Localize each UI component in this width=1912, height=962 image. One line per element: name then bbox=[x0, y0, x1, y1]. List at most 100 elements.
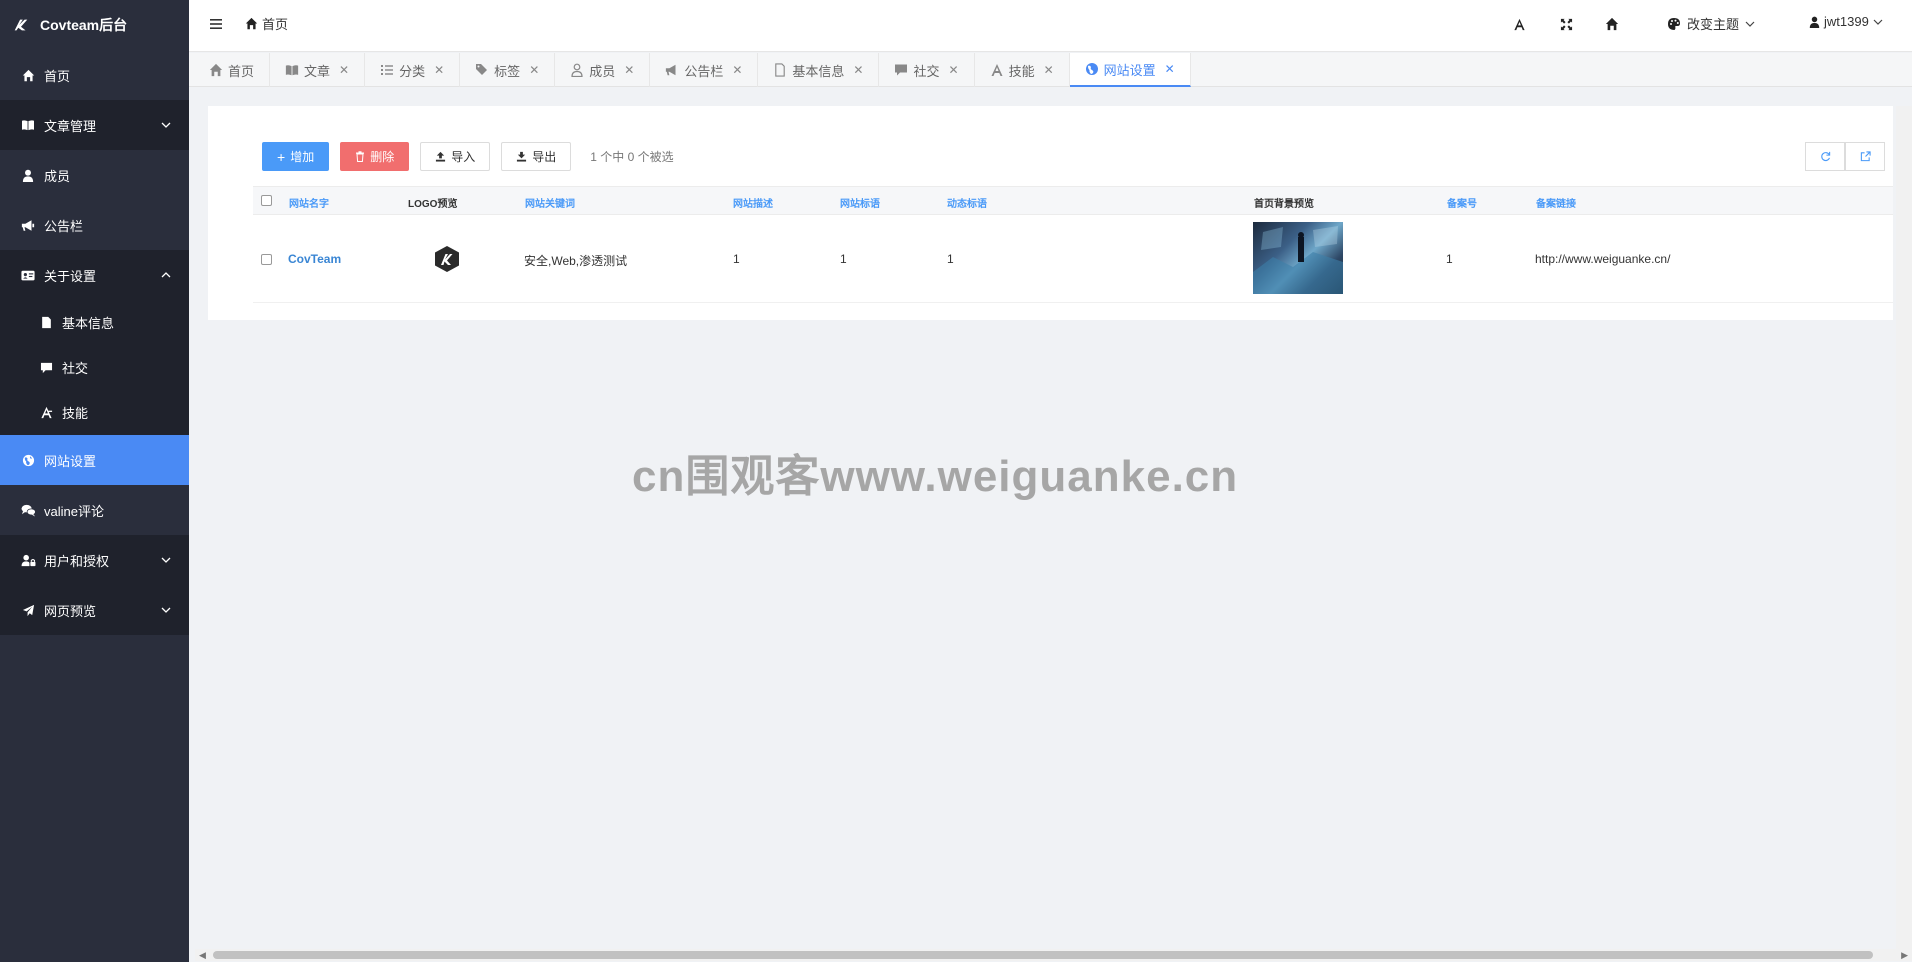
horizontal-scrollbar[interactable]: ◀ ▶ bbox=[195, 949, 1912, 961]
chevron-up-icon bbox=[161, 272, 171, 278]
close-icon[interactable]: ✕ bbox=[732, 63, 742, 77]
external-link-icon bbox=[1860, 151, 1871, 162]
close-icon[interactable]: ✕ bbox=[624, 63, 634, 77]
close-icon[interactable]: ✕ bbox=[1165, 62, 1175, 76]
file-icon bbox=[775, 63, 786, 77]
column-header[interactable]: 网站标语 bbox=[840, 195, 880, 210]
logo-preview bbox=[435, 246, 459, 272]
user-menu[interactable]: jwt1399 bbox=[1809, 14, 1883, 29]
close-icon[interactable]: ✕ bbox=[853, 63, 863, 77]
trash-icon bbox=[356, 151, 365, 162]
tab-bar: 首页 文章 ✕ 分类 ✕ 标签 ✕ 成员 ✕ 公告栏 ✕ 基本信息 ✕ 社交 ✕… bbox=[189, 53, 1912, 87]
icp-link[interactable]: http://www.weiguanke.cn/ bbox=[1535, 252, 1670, 266]
palette-icon bbox=[1668, 17, 1680, 30]
column-header: LOGO预览 bbox=[408, 199, 458, 210]
book-icon bbox=[285, 65, 299, 76]
column-header[interactable]: 备案链接 bbox=[1536, 195, 1576, 210]
tab-home[interactable]: 首页 bbox=[194, 53, 271, 87]
tab-label: 公告栏 bbox=[684, 63, 724, 79]
column-header[interactable]: 网站名字 bbox=[289, 195, 329, 210]
tab-site-settings[interactable]: 网站设置 ✕ bbox=[1069, 53, 1191, 87]
sidebar-item-home[interactable]: 首页 bbox=[0, 50, 189, 100]
sidebar-subitem-basic-info[interactable]: 基本信息 bbox=[0, 300, 189, 345]
site-name-link[interactable]: CovTeam bbox=[288, 252, 341, 266]
vertical-scrollbar[interactable] bbox=[1896, 106, 1912, 949]
file-icon bbox=[38, 315, 54, 331]
column-header[interactable]: 动态标语 bbox=[947, 195, 987, 210]
sidebar-item-about-settings[interactable]: 关于设置 bbox=[0, 250, 189, 300]
import-label: 导入 bbox=[451, 150, 476, 164]
chevron-down-icon bbox=[1873, 19, 1883, 25]
top-header: 首页 改变主题 jwt1399 bbox=[189, 0, 1912, 52]
sidebar-item-label: 用户和授权 bbox=[44, 553, 110, 569]
tab-social[interactable]: 社交 ✕ bbox=[879, 53, 975, 87]
refresh-icon bbox=[1820, 151, 1830, 162]
import-button[interactable]: 导入 bbox=[420, 142, 491, 171]
column-header[interactable]: 网站描述 bbox=[733, 195, 773, 210]
export-button[interactable]: 导出 bbox=[501, 142, 572, 171]
refresh-button[interactable] bbox=[1805, 142, 1845, 171]
tab-articles[interactable]: 文章 ✕ bbox=[270, 53, 366, 87]
export-label: 导出 bbox=[532, 150, 557, 164]
sidebar-item-members[interactable]: 成员 bbox=[0, 150, 189, 200]
fullscreen-icon[interactable] bbox=[1558, 16, 1574, 32]
watermark-text: cn围观客www.weiguanke.cn bbox=[632, 452, 1239, 501]
site-slogan: 1 bbox=[840, 252, 847, 266]
tab-categories[interactable]: 分类 ✕ bbox=[365, 53, 461, 87]
font-size-icon[interactable] bbox=[1511, 16, 1527, 32]
select-all-checkbox[interactable] bbox=[261, 195, 272, 206]
tab-label: 基本信息 bbox=[792, 63, 845, 79]
tab-label: 文章 bbox=[304, 63, 331, 79]
tab-label: 标签 bbox=[494, 63, 521, 79]
home-icon bbox=[20, 67, 36, 83]
close-icon[interactable]: ✕ bbox=[529, 63, 539, 77]
column-header[interactable]: 网站关键词 bbox=[525, 195, 575, 210]
tab-basic-info[interactable]: 基本信息 ✕ bbox=[758, 53, 880, 87]
menu-toggle-icon[interactable] bbox=[209, 17, 223, 31]
column-header[interactable]: 备案号 bbox=[1447, 195, 1477, 210]
comment-icon bbox=[38, 360, 54, 376]
sidebar-item-label: 网页预览 bbox=[44, 603, 97, 619]
breadcrumb[interactable]: 首页 bbox=[245, 14, 288, 33]
tab-skills[interactable]: 技能 ✕ bbox=[975, 53, 1070, 87]
sidebar-item-notice[interactable]: 公告栏 bbox=[0, 200, 189, 250]
brand[interactable]: Covteam后台 bbox=[0, 0, 189, 50]
row-checkbox[interactable] bbox=[261, 254, 272, 265]
close-icon[interactable]: ✕ bbox=[434, 63, 444, 77]
close-icon[interactable]: ✕ bbox=[1044, 63, 1054, 77]
sidebar-item-label: 技能 bbox=[62, 406, 89, 421]
sidebar-item-label: 基本信息 bbox=[62, 316, 115, 331]
close-icon[interactable]: ✕ bbox=[949, 63, 959, 77]
chevron-down-icon bbox=[1745, 21, 1755, 27]
close-icon[interactable]: ✕ bbox=[339, 63, 349, 77]
sidebar-item-label: 成员 bbox=[44, 168, 71, 184]
sidebar-item-site-settings[interactable]: 网站设置 bbox=[0, 435, 189, 485]
tab-label: 首页 bbox=[228, 63, 255, 79]
sidebar-item-label: valine评论 bbox=[44, 503, 104, 519]
tab-label: 网站设置 bbox=[1103, 62, 1156, 78]
user-icon bbox=[20, 167, 36, 183]
sidebar-item-label: 关于设置 bbox=[44, 268, 97, 284]
sidebar-subitem-skills[interactable]: 技能 bbox=[0, 390, 189, 435]
delete-button[interactable]: 删除 bbox=[340, 142, 410, 171]
home-icon[interactable] bbox=[1604, 16, 1620, 32]
scroll-right-icon[interactable]: ▶ bbox=[1901, 950, 1908, 961]
add-button[interactable]: + 增加 bbox=[262, 142, 330, 171]
site-keywords: 安全,Web,渗透测试 bbox=[524, 254, 628, 268]
sidebar-item-valine-comments[interactable]: valine评论 bbox=[0, 485, 189, 535]
scroll-left-icon[interactable]: ◀ bbox=[199, 950, 206, 961]
sidebar-subitem-social[interactable]: 社交 bbox=[0, 345, 189, 390]
scrollbar-thumb[interactable] bbox=[213, 951, 1873, 959]
sidebar-item-users-auth[interactable]: 用户和授权 bbox=[0, 535, 189, 585]
tab-members[interactable]: 成员 ✕ bbox=[555, 53, 651, 87]
tab-notice[interactable]: 公告栏 ✕ bbox=[650, 53, 759, 87]
table-tools bbox=[1805, 142, 1885, 171]
site-settings-table: 网站名字 LOGO预览 网站关键词 网站描述 网站标语 动态标语 首页背景预览 … bbox=[253, 186, 1893, 303]
popout-button[interactable] bbox=[1845, 142, 1885, 171]
sidebar-item-web-preview[interactable]: 网页预览 bbox=[0, 585, 189, 635]
paper-plane-icon bbox=[20, 602, 36, 618]
tab-tags[interactable]: 标签 ✕ bbox=[460, 53, 556, 87]
comments-icon bbox=[20, 502, 36, 518]
sidebar-item-articles[interactable]: 文章管理 bbox=[0, 100, 189, 150]
theme-switcher[interactable]: 改变主题 bbox=[1667, 14, 1755, 33]
